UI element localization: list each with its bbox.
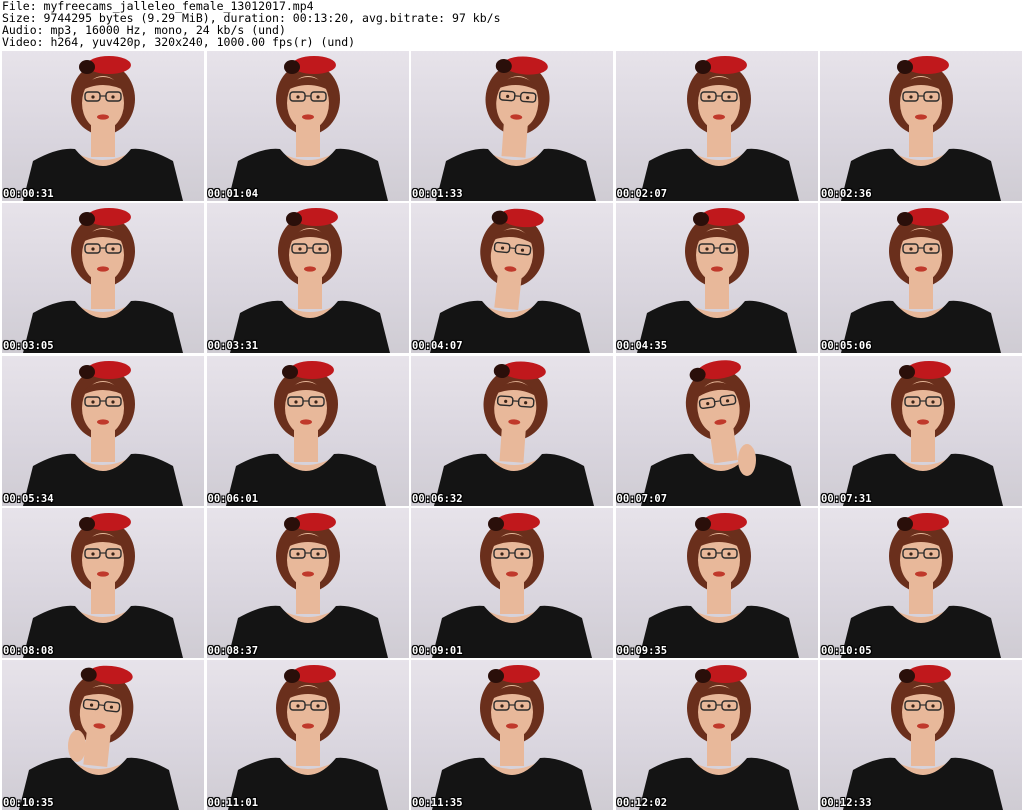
- frame-timestamp: 00:04:07: [412, 340, 463, 353]
- frame-timestamp: 00:09:01: [412, 644, 463, 657]
- video-frame-thumbnail: 00:02:36: [820, 51, 1022, 201]
- frame-timestamp: 00:09:35: [616, 644, 668, 657]
- frame-image: [638, 56, 799, 201]
- frame-timestamp: 00:05:06: [821, 340, 872, 353]
- frame-image: [23, 360, 183, 506]
- frame-timestamp: 00:01:33: [412, 188, 463, 200]
- video-frame-thumbnail: 00:01:04: [206, 51, 409, 201]
- frame-image: [843, 665, 1003, 810]
- video-frame-thumbnail: 00:05:34: [2, 355, 204, 506]
- frame-image: [636, 208, 797, 354]
- video-frame-thumbnail: 00:10:35: [2, 660, 204, 810]
- frame-timestamp: 00:05:34: [3, 492, 54, 505]
- video-frame-thumbnail: 00:12:02: [615, 660, 818, 810]
- video-frame-thumbnail: 00:03:31: [206, 203, 409, 354]
- video-frame-thumbnail: 00:10:05: [820, 507, 1022, 658]
- frame-timestamp: 00:00:31: [3, 188, 54, 200]
- video-frame-thumbnail: 00:07:31: [820, 355, 1022, 506]
- frame-timestamp: 00:06:01: [207, 492, 259, 505]
- frame-timestamp: 00:03:31: [207, 340, 259, 353]
- frame-timestamp: 00:12:02: [616, 797, 668, 809]
- frame-image: [841, 208, 1001, 354]
- frame-timestamp: 00:03:05: [3, 340, 54, 353]
- frame-timestamp: 00:02:36: [821, 188, 872, 200]
- video-frame-thumbnail: 00:09:01: [411, 507, 613, 658]
- frame-image: [225, 360, 386, 506]
- video-frame-thumbnail: 00:00:31: [2, 51, 204, 201]
- video-frame-thumbnail: 00:01:33: [411, 51, 613, 201]
- video-frame-thumbnail: 00:07:07: [615, 355, 818, 506]
- video-frame-thumbnail: 00:11:35: [411, 660, 613, 810]
- video-frame-thumbnail: 00:08:08: [2, 507, 204, 658]
- frame-timestamp: 00:07:07: [616, 492, 668, 505]
- frame-timestamp: 00:01:04: [207, 188, 259, 200]
- frame-timestamp: 00:10:35: [3, 797, 54, 809]
- frame-timestamp: 00:08:08: [3, 644, 54, 657]
- frame-image: [23, 512, 183, 658]
- frame-image: [434, 360, 594, 506]
- frame-timestamp: 00:07:31: [821, 492, 872, 505]
- video-frame-thumbnail: 00:11:01: [206, 660, 409, 810]
- video-frame-thumbnail: 00:08:37: [206, 507, 409, 658]
- frame-image: [841, 56, 1001, 201]
- frame-timestamp: 00:12:33: [821, 797, 872, 809]
- frame-timestamp: 00:04:35: [616, 340, 668, 353]
- video-frame-thumbnail: 00:06:32: [411, 355, 613, 506]
- frame-image: [227, 56, 388, 201]
- frame-image: [432, 665, 592, 810]
- video-frame-thumbnail: 00:12:33: [820, 660, 1022, 810]
- frame-image: [23, 208, 183, 354]
- frame-timestamp: 00:10:05: [821, 644, 872, 657]
- frame-image: [23, 56, 183, 201]
- video-frame-thumbnail: 00:04:07: [411, 203, 613, 354]
- frame-image: [227, 512, 388, 658]
- frame-image: [436, 56, 596, 201]
- frame-image: [638, 665, 799, 810]
- frame-image: [640, 359, 801, 506]
- frame-image: [19, 665, 179, 810]
- frame-image: [843, 360, 1003, 506]
- video-frame-thumbnail: 00:06:01: [206, 355, 409, 506]
- frame-timestamp: 00:11:35: [412, 797, 463, 809]
- frame-timestamp: 00:08:37: [207, 644, 259, 657]
- video-frame-thumbnail: 00:02:07: [615, 51, 818, 201]
- metadata-header: File: myfreecams_jalleleo_female_1301201…: [2, 0, 1022, 50]
- frame-timestamp: 00:11:01: [207, 797, 259, 809]
- frame-image: [432, 512, 592, 658]
- video-frame-thumbnail: 00:03:05: [2, 203, 204, 354]
- frame-image: [227, 665, 388, 810]
- video-frame-thumbnail: 00:04:35: [615, 203, 818, 354]
- video-frame-thumbnail: 00:09:35: [615, 507, 818, 658]
- frame-image: [430, 208, 590, 354]
- frame-image: [638, 512, 799, 658]
- frame-image: [229, 208, 390, 354]
- frame-timestamp: 00:02:07: [616, 188, 668, 200]
- frame-timestamp: 00:06:32: [412, 492, 463, 505]
- video-frame-thumbnail: 00:05:06: [820, 203, 1022, 354]
- frame-image: [841, 512, 1001, 658]
- video-info: Video: h264, yuv420p, 320x240, 1000.00 f…: [2, 35, 356, 49]
- thumbnail-grid: 00:00:31 00:01:04 00:01:33 00:02:07 00:02:36…: [2, 51, 1022, 810]
